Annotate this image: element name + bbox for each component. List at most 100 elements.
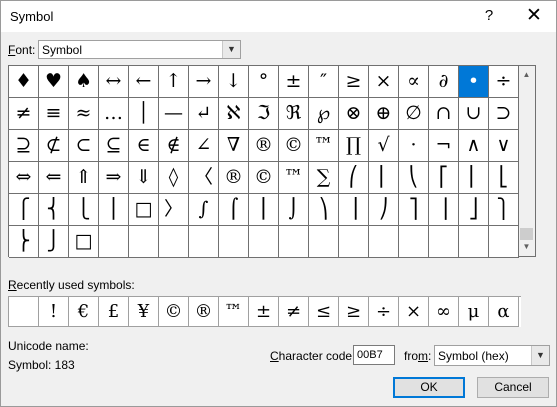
symbol-cell[interactable]: • — [459, 66, 489, 98]
symbol-cell[interactable]: ⎮ — [249, 194, 279, 226]
symbol-cell[interactable]: ∅ — [399, 98, 429, 130]
symbol-cell[interactable]: ♦ — [9, 66, 39, 98]
symbol-cell[interactable]: ⊄ — [39, 130, 69, 162]
symbol-cell[interactable]: ⇔ — [9, 162, 39, 194]
recent-symbol-cell[interactable]: ¥ — [129, 297, 159, 327]
from-select[interactable]: Symbol (hex) ▼ — [434, 345, 550, 366]
symbol-cell[interactable]: ⇐ — [39, 162, 69, 194]
symbol-cell[interactable]: ⎥ — [429, 194, 459, 226]
symbol-cell[interactable]: 〈 — [189, 162, 219, 194]
symbol-cell[interactable]: ° — [249, 66, 279, 98]
symbol-cell[interactable]: ♠ — [69, 66, 99, 98]
symbol-cell[interactable]: ⊃ — [489, 98, 519, 130]
symbol-cell[interactable]: ¬ — [429, 130, 459, 162]
symbol-cell[interactable]: ∪ — [459, 98, 489, 130]
symbol-cell[interactable]: ∑ — [309, 162, 339, 194]
symbol-cell[interactable]: ⎧ — [9, 194, 39, 226]
symbol-cell[interactable]: ⎫ — [489, 194, 519, 226]
symbol-cell[interactable] — [459, 226, 489, 258]
symbol-cell[interactable]: → — [189, 66, 219, 98]
font-select[interactable]: Symbol ▼ — [38, 40, 241, 59]
character-code-input[interactable]: 00B7 — [353, 345, 395, 365]
triangle-down-icon[interactable]: ▼ — [519, 239, 534, 255]
symbol-cell[interactable]: □ — [129, 194, 159, 226]
symbol-cell[interactable] — [159, 226, 189, 258]
symbol-cell[interactable]: ∇ — [219, 130, 249, 162]
recent-symbol-cell[interactable]: ® — [189, 297, 219, 327]
symbol-cell[interactable]: ″ — [309, 66, 339, 98]
symbol-cell[interactable]: ⎩ — [69, 194, 99, 226]
symbol-cell[interactable]: ≥ — [339, 66, 369, 98]
symbol-cell[interactable]: ↑ — [159, 66, 189, 98]
recent-symbol-cell[interactable] — [9, 297, 39, 327]
symbol-cell[interactable]: × — [369, 66, 399, 98]
symbol-cell[interactable]: ÷ — [489, 66, 519, 98]
symbol-cell[interactable]: ⎪ — [99, 194, 129, 226]
symbol-cell[interactable]: ⎭ — [39, 226, 69, 258]
recent-symbols-row[interactable]: ! € £ ¥ © ® ™ ± ≠ ≤ ≥ ÷ × ∞ μ α — [8, 296, 521, 327]
cancel-button[interactable]: Cancel — [477, 377, 549, 398]
symbol-cell[interactable]: … — [99, 98, 129, 130]
symbol-cell[interactable]: ℜ — [279, 98, 309, 130]
symbol-cell[interactable]: │ — [129, 98, 159, 130]
symbol-cell[interactable]: ↵ — [189, 98, 219, 130]
recent-symbol-cell[interactable]: ! — [39, 297, 69, 327]
recent-symbol-cell[interactable]: £ — [99, 297, 129, 327]
chevron-down-icon[interactable]: ▼ — [531, 346, 549, 365]
symbol-cell[interactable]: ® — [219, 162, 249, 194]
symbol-cell[interactable]: ⎦ — [459, 194, 489, 226]
symbol-cell[interactable]: ⌠ — [219, 194, 249, 226]
symbol-cell[interactable]: ⎨ — [39, 194, 69, 226]
recent-symbol-cell[interactable]: € — [69, 297, 99, 327]
symbol-cell[interactable] — [279, 226, 309, 258]
symbol-cell[interactable]: ∉ — [159, 130, 189, 162]
close-button[interactable]: ✕ — [521, 5, 547, 27]
recent-symbol-cell[interactable]: × — [399, 297, 429, 327]
symbol-cell[interactable]: © — [279, 130, 309, 162]
symbol-cell[interactable] — [189, 226, 219, 258]
symbol-cell[interactable] — [219, 226, 249, 258]
symbol-cell[interactable]: ∩ — [429, 98, 459, 130]
symbol-cell[interactable]: ℑ — [249, 98, 279, 130]
symbol-cell[interactable] — [399, 226, 429, 258]
recent-symbol-cell[interactable]: ∞ — [429, 297, 459, 327]
triangle-up-icon[interactable]: ▲ — [519, 67, 534, 83]
symbol-cell[interactable] — [249, 226, 279, 258]
symbol-cell[interactable]: ⊂ — [69, 130, 99, 162]
symbol-cell[interactable]: ⎬ — [9, 226, 39, 258]
symbol-cell[interactable]: ⎣ — [489, 162, 519, 194]
symbol-cell[interactable]: © — [249, 162, 279, 194]
symbol-cell[interactable] — [489, 226, 519, 258]
symbol-cell[interactable]: ∝ — [399, 66, 429, 98]
symbol-cell[interactable] — [129, 226, 159, 258]
symbol-cell[interactable]: ⊇ — [9, 130, 39, 162]
symbol-cell[interactable]: ⎜ — [369, 162, 399, 194]
symbol-cell[interactable]: ⎤ — [399, 194, 429, 226]
symbol-cell[interactable]: ↔ — [99, 66, 129, 98]
symbol-grid[interactable]: ♦ ♥ ♠ ↔ ← ↑ → ↓ ° ± ″ ≥ × ∝ ∂ • ÷ ≠ ≡ ≈… │ — ↵ ℵ ℑ ℜ ℘ ⊗ ⊕ ∅ ∩ ∪ ⊃ ⊇ ⊄ ⊂ ⊆ ∈ ∉… — [8, 65, 519, 258]
symbol-cell[interactable]: ⊕ — [369, 98, 399, 130]
recent-symbol-cell[interactable]: μ — [459, 297, 489, 327]
recent-symbol-cell[interactable]: ≠ — [279, 297, 309, 327]
symbol-cell[interactable]: ↓ — [219, 66, 249, 98]
symbol-cell[interactable]: ⇒ — [99, 162, 129, 194]
recent-symbol-cell[interactable]: ÷ — [369, 297, 399, 327]
symbol-cell[interactable]: ℵ — [219, 98, 249, 130]
chevron-down-icon[interactable]: ▼ — [222, 41, 240, 58]
symbol-cell[interactable]: ∠ — [189, 130, 219, 162]
symbol-cell[interactable]: ⎝ — [399, 162, 429, 194]
symbol-cell[interactable]: ⌡ — [279, 194, 309, 226]
symbol-cell[interactable]: ∂ — [429, 66, 459, 98]
symbol-cell[interactable]: ◊ — [159, 162, 189, 194]
recent-symbol-cell[interactable]: α — [489, 297, 519, 327]
symbol-cell[interactable]: ⎢ — [459, 162, 489, 194]
symbol-cell[interactable]: □ — [69, 226, 99, 258]
symbol-cell[interactable]: ⇑ — [69, 162, 99, 194]
symbol-cell[interactable]: ∨ — [489, 130, 519, 162]
symbol-cell[interactable]: ℘ — [309, 98, 339, 130]
symbol-cell[interactable] — [99, 226, 129, 258]
symbol-cell[interactable]: ← — [129, 66, 159, 98]
symbol-cell[interactable]: ⎠ — [369, 194, 399, 226]
symbol-cell[interactable]: 〉 — [159, 194, 189, 226]
recent-symbol-cell[interactable]: ≤ — [309, 297, 339, 327]
